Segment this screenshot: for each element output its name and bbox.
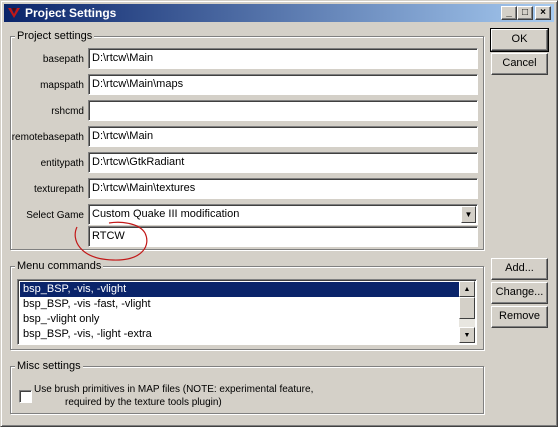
change-command-button[interactable]: Change... (491, 282, 548, 304)
window-title: Project Settings (25, 6, 117, 20)
brush-primitives-label-line2: required by the texture tools plugin) (65, 397, 222, 408)
radiant-app-icon (8, 8, 20, 18)
basepath-input[interactable]: D:\rtcw\Main (88, 48, 478, 69)
texturepath-input[interactable]: D:\rtcw\Main\textures (88, 178, 478, 199)
mapspath-input[interactable]: D:\rtcw\Main\maps (88, 74, 478, 95)
chevron-down-icon[interactable]: ▼ (461, 206, 476, 223)
brush-primitives-label: Use brush primitives in MAP files (NOTE:… (34, 383, 313, 409)
maximize-button[interactable]: □ (517, 6, 533, 20)
entitypath-label: entitypath (40, 158, 84, 169)
remove-command-button[interactable]: Remove (491, 306, 548, 328)
list-item[interactable]: bsp_-vlight only (20, 312, 460, 327)
entitypath-input[interactable]: D:\rtcw\GtkRadiant (88, 152, 478, 173)
project-settings-dialog: Project Settings _ □ × Project settings … (0, 0, 558, 427)
ok-button[interactable]: OK (490, 28, 549, 52)
basepath-label: basepath (42, 54, 84, 65)
menu-commands-list[interactable]: bsp_BSP, -vis, -vlight bsp_BSP, -vis -fa… (17, 279, 477, 345)
project-settings-label: Project settings (15, 30, 95, 42)
cancel-button[interactable]: Cancel (491, 53, 548, 75)
add-command-button[interactable]: Add... (491, 258, 548, 280)
brush-primitives-label-line1: Use brush primitives in MAP files (NOTE:… (34, 384, 314, 395)
list-scrollbar[interactable]: ▲ ▼ (459, 281, 475, 343)
list-item[interactable]: bsp_BSP, -vis -fast, -vlight (20, 297, 460, 312)
title-bar[interactable]: Project Settings _ □ × (4, 4, 554, 22)
remotebasepath-input[interactable]: D:\rtcw\Main (88, 126, 478, 147)
minimize-button[interactable]: _ (501, 6, 517, 20)
scroll-up-icon[interactable]: ▲ (459, 281, 475, 297)
rshcmd-input[interactable] (88, 100, 478, 121)
remotebasepath-label: remotebasepath (11, 132, 84, 143)
texturepath-label: texturepath (33, 184, 84, 195)
brush-primitives-checkbox[interactable] (19, 390, 32, 403)
scroll-down-icon[interactable]: ▼ (459, 327, 475, 343)
close-button[interactable]: × (535, 6, 551, 20)
menu-commands-items: bsp_BSP, -vis, -vlight bsp_BSP, -vis -fa… (20, 282, 460, 342)
scroll-thumb[interactable] (459, 297, 475, 319)
red-circle-annotation (74, 221, 148, 261)
misc-settings-label: Misc settings (15, 360, 83, 372)
rshcmd-label: rshcmd (51, 106, 84, 117)
menu-commands-label: Menu commands (15, 260, 104, 272)
mapspath-label: mapspath (40, 80, 84, 91)
list-item[interactable]: bsp_BSP, -vis, -vlight (20, 282, 460, 297)
list-item[interactable]: bsp_BSP, -vis, -light -extra (20, 327, 460, 342)
